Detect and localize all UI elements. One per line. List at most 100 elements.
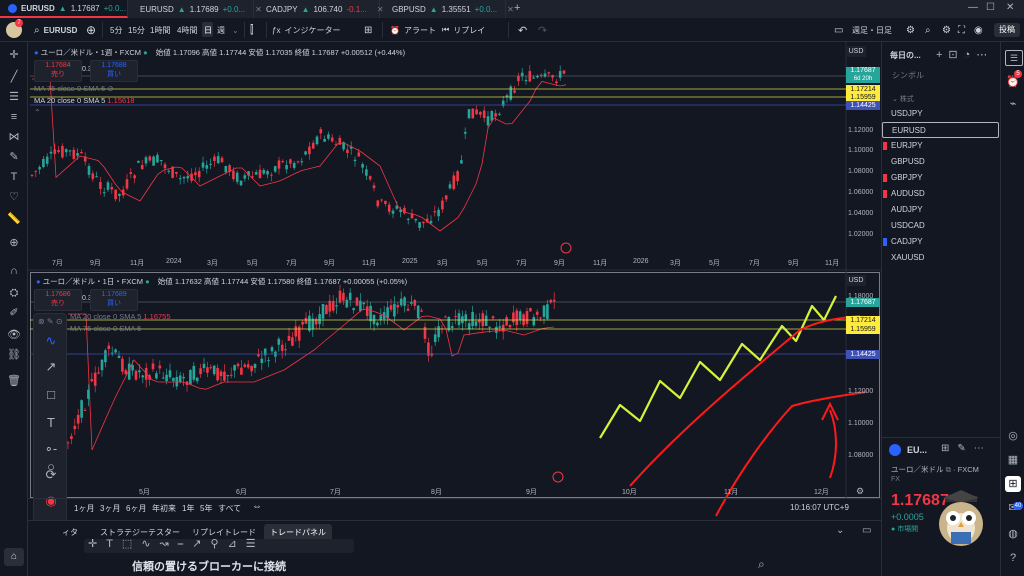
candle-body: [133, 175, 136, 179]
candle-body: [110, 186, 114, 190]
buy-button[interactable]: 1.17688 買い: [90, 60, 138, 82]
range-ytd[interactable]: 年初来: [152, 503, 176, 514]
range-1m[interactable]: 1ヶ月: [74, 503, 94, 514]
candle-body: [547, 72, 551, 74]
candle-body: [357, 152, 361, 157]
flag-marker-icon: [883, 174, 887, 182]
candle-body: [406, 218, 410, 221]
candle-body: [284, 349, 287, 351]
settings-icon[interactable]: ⚙: [856, 486, 864, 497]
watchlist-section[interactable]: ⌄ 株式: [892, 94, 914, 104]
currency-select[interactable]: USD: [846, 46, 866, 57]
candle-body: [280, 344, 284, 351]
buy-button[interactable]: 1.17689 買い: [90, 289, 138, 311]
top-chart-title[interactable]: ユーロ／米ドル・1週・FXCM: [41, 48, 141, 57]
path-icon[interactable]: ∘-○: [42, 440, 60, 474]
watchlist-actions-icons[interactable]: +⊡◔⋯: [936, 48, 993, 61]
candle-body: [292, 162, 296, 168]
candle-body: [379, 315, 383, 320]
candle-body: [99, 181, 102, 189]
candle-body: [509, 86, 513, 100]
range-all[interactable]: すべて: [218, 503, 241, 514]
collapse-panel-icon[interactable]: ⌄: [836, 525, 844, 536]
eye-off-icon[interactable]: ⊘: [107, 84, 113, 93]
bottom-chart-title[interactable]: ユーロ／米ドル・1日・FXCM: [43, 277, 143, 286]
rotate-icon[interactable]: ⟳: [42, 466, 60, 484]
curve-icon[interactable]: ∿: [42, 332, 60, 350]
watchlist-row[interactable]: CADJPY: [882, 234, 1001, 250]
sell-button[interactable]: 1.17684 売り: [34, 60, 82, 82]
range-5y[interactable]: 5年: [200, 503, 212, 514]
watchlist-column-header: シンボル: [892, 71, 924, 80]
candle-body: [486, 116, 490, 126]
calendar-icon[interactable]: ▦: [1005, 452, 1021, 468]
candle-body: [138, 370, 141, 373]
detail-action-icons[interactable]: ⊞✎⋯: [941, 443, 992, 454]
detail-symbol[interactable]: EU...: [907, 445, 927, 455]
collapse-icon[interactable]: ⌃: [34, 108, 41, 117]
candle-body: [30, 174, 34, 176]
bottom-chart-ohlc: 始値 1.17632 高値 1.17744 安値 1.17580 終値 1.17…: [157, 277, 408, 286]
x-tick: 3月: [207, 260, 218, 267]
range-1y[interactable]: 1年: [182, 503, 194, 514]
watchlist-row[interactable]: AUDJPY: [882, 202, 1001, 218]
data-window-icon[interactable]: ⌁: [1005, 96, 1021, 112]
candle-body: [529, 308, 532, 312]
candle-body: [327, 134, 330, 139]
ma20-value: 1.16755: [143, 312, 171, 321]
clock-time[interactable]: 10:16:07 UTC+9: [790, 503, 849, 512]
watchlist-row[interactable]: GBPUSD: [882, 154, 1001, 170]
panel-tab-prefix[interactable]: ィタ: [62, 527, 78, 538]
quick-tools-icons[interactable]: ✛T⬚∿↝⎯↗⚲⊿☰: [88, 537, 265, 551]
y-tick: 1.06000: [848, 189, 874, 196]
buy-price: 1.17688: [101, 62, 127, 69]
candle-body: [452, 175, 456, 190]
watchlist-symbol: GBPJPY: [891, 173, 923, 182]
watchlist-title[interactable]: 毎日の...: [890, 50, 921, 61]
bulb-icon[interactable]: ◍: [1005, 526, 1021, 542]
watchlist-row[interactable]: GBPJPY: [882, 170, 1001, 186]
range-3m[interactable]: 3ヶ月: [100, 503, 120, 514]
range-6m[interactable]: 6ヶ月: [126, 503, 146, 514]
maximize-panel-icon[interactable]: ▭: [862, 525, 871, 536]
watchlist-row[interactable]: USDCAD: [882, 218, 1001, 234]
search-icon[interactable]: ⌕: [758, 557, 765, 572]
candle-body: [474, 321, 478, 326]
watchlist-row[interactable]: EURUSD: [882, 122, 999, 138]
watchlist-row[interactable]: EURJPY: [882, 138, 1001, 154]
sell-price: 1.17684: [45, 62, 71, 69]
chart-flag-icon: ●: [34, 48, 39, 57]
watchlist-row[interactable]: XAUUSD: [882, 250, 1001, 266]
candle-body: [239, 180, 243, 186]
candle-body: [45, 156, 49, 164]
candle-body: [226, 375, 230, 377]
candle-body: [558, 70, 562, 78]
panel-handle-icon[interactable]: ⊗ ✎ ⊙: [38, 317, 63, 326]
watchlist-row[interactable]: AUDUSD: [882, 186, 1001, 202]
currency-select[interactable]: USD: [846, 275, 866, 286]
x-tick: 3月: [437, 260, 448, 267]
goto-date-icon[interactable]: ⇔: [252, 501, 262, 512]
text-icon[interactable]: T: [42, 414, 60, 432]
sell-button[interactable]: 1.17686 売り: [34, 289, 82, 311]
candle-body: [365, 306, 369, 316]
candle-body: [291, 337, 294, 346]
candle-body: [512, 312, 515, 323]
watchlist-icon[interactable]: ☰: [1005, 50, 1023, 66]
candle-body: [124, 370, 128, 375]
x-tick: 7月: [286, 260, 297, 267]
price-tag-yellow-1: 1.17214: [846, 316, 880, 325]
candle-body: [457, 313, 461, 326]
candle-body: [197, 171, 201, 178]
ideas-grid-icon[interactable]: ⊞: [1005, 476, 1021, 492]
candle-body: [369, 305, 372, 322]
help-icon[interactable]: ?: [1005, 550, 1021, 566]
watchlist-row[interactable]: USDJPY: [882, 106, 1001, 122]
y-tick: 1.04000: [848, 210, 874, 217]
candle-body: [308, 146, 311, 155]
rectangle-icon[interactable]: □: [42, 386, 60, 404]
candle-body: [300, 161, 304, 163]
hotlist-icon[interactable]: ◎: [1005, 428, 1021, 444]
candle-body: [304, 317, 308, 324]
arrow-icon[interactable]: ↗: [42, 358, 60, 376]
